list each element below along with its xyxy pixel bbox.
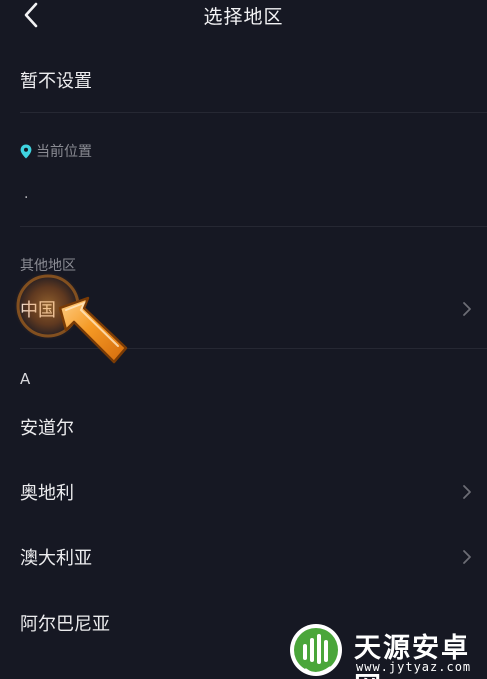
divider bbox=[20, 226, 487, 227]
no-setting-option[interactable]: 暂不设置 bbox=[20, 64, 487, 96]
region-label: 奥地利 bbox=[20, 483, 74, 504]
current-location-header: 当前位置 bbox=[20, 141, 92, 161]
region-item-china[interactable]: 中国 bbox=[20, 292, 487, 326]
divider bbox=[20, 348, 487, 349]
watermark-logo: 天源安卓网 www.jytyaz.com bbox=[286, 618, 487, 679]
region-item-andorra[interactable]: 安道尔 bbox=[20, 410, 487, 444]
nav-header: 选择地区 bbox=[0, 0, 487, 34]
divider bbox=[20, 112, 487, 113]
index-letter-a: A bbox=[20, 370, 31, 388]
location-pin-icon bbox=[20, 144, 32, 158]
current-location-title: 当前位置 bbox=[36, 144, 92, 160]
region-item-australia[interactable]: 澳大利亚 bbox=[20, 540, 487, 574]
chevron-right-icon bbox=[461, 484, 473, 500]
android-logo-icon bbox=[290, 624, 342, 676]
chevron-right-icon bbox=[461, 301, 473, 317]
other-regions-title: 其他地区 bbox=[20, 258, 76, 274]
no-setting-label: 暂不设置 bbox=[20, 71, 92, 92]
region-label: 澳大利亚 bbox=[20, 548, 92, 569]
region-select-screen: 选择地区 暂不设置 当前位置 · 其他地区 中国 A 安道尔 奥地利 澳大利亚 … bbox=[0, 0, 487, 679]
page-title: 选择地区 bbox=[203, 6, 284, 28]
watermark-url: www.jytyaz.com bbox=[356, 660, 472, 674]
chevron-right-icon bbox=[461, 549, 473, 565]
region-item-austria[interactable]: 奥地利 bbox=[20, 475, 487, 509]
region-label: 中国 bbox=[20, 300, 56, 321]
current-location-value[interactable]: · bbox=[24, 190, 28, 206]
other-regions-header: 其他地区 bbox=[20, 255, 76, 275]
region-label: 安道尔 bbox=[20, 418, 74, 439]
